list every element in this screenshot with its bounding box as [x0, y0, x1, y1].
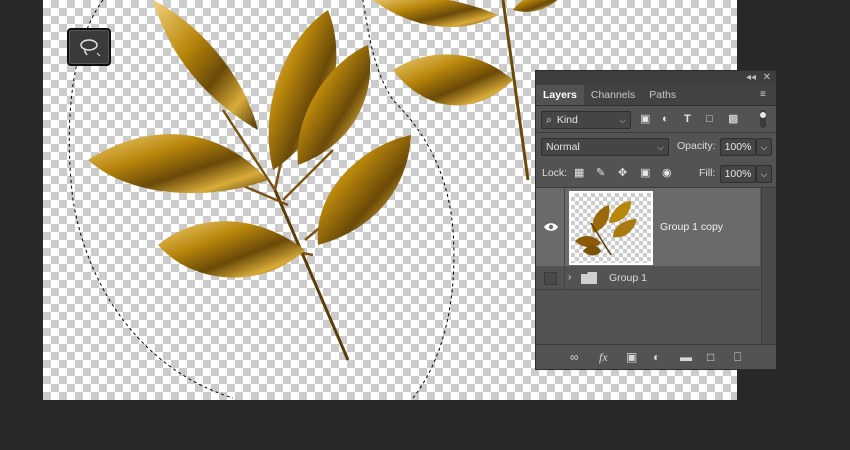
- lasso-tool-button[interactable]: [67, 28, 111, 66]
- chevron-down-icon: ⌵: [760, 169, 768, 179]
- panel-titlebar: ◂◂ ✕: [536, 71, 776, 85]
- leaf: [153, 0, 258, 130]
- chevron-down-icon: ⌵: [619, 115, 626, 125]
- thumbnail-leaf-art: [575, 201, 637, 256]
- folder-icon: [581, 272, 597, 284]
- leaf: [373, 0, 498, 27]
- smart-object-filter-icon[interactable]: ▩: [728, 112, 738, 126]
- opacity-label: Opacity:: [677, 140, 716, 152]
- blend-mode-select[interactable]: Normal ⌵: [541, 138, 669, 156]
- layers-panel: ◂◂ ✕ Layers Channels Paths ≡ ⌕ Kind ⌵ ▣ …: [535, 70, 777, 370]
- filter-kind-label: Kind: [556, 114, 578, 126]
- folder-icon[interactable]: ▬: [680, 350, 692, 364]
- lock-all-icon[interactable]: ◉: [662, 166, 672, 180]
- layer-thumbnail: [569, 191, 653, 265]
- fill-input[interactable]: 100%: [720, 165, 756, 183]
- layer-row-group-1[interactable]: › Group 1: [536, 267, 760, 290]
- fx-icon[interactable]: fx: [599, 350, 608, 364]
- adjustment-icon[interactable]: ◐: [653, 350, 660, 364]
- opacity-input[interactable]: 100%: [720, 138, 756, 156]
- opacity-dropdown[interactable]: ⌵: [756, 138, 772, 156]
- blend-mode-value: Normal: [546, 141, 580, 153]
- leaf: [513, 0, 558, 12]
- type-filter-icon[interactable]: T: [684, 112, 691, 126]
- layers-scrollbar[interactable]: [761, 188, 776, 344]
- shape-filter-icon[interactable]: □: [706, 112, 713, 126]
- layer-row-group-1-copy[interactable]: Group 1 copy: [536, 188, 760, 266]
- lock-transparent-pixels-icon[interactable]: ▦: [574, 166, 584, 180]
- lock-label: Lock:: [542, 167, 568, 179]
- new-layer-icon[interactable]: □: [707, 350, 714, 364]
- visibility-toggle[interactable]: [536, 188, 565, 266]
- filter-kind-select[interactable]: ⌕ Kind ⌵: [541, 111, 631, 129]
- link-icon[interactable]: ∞: [570, 350, 579, 364]
- chevron-right-icon[interactable]: ›: [568, 271, 571, 285]
- image-filter-icon[interactable]: ▣: [640, 112, 650, 126]
- leaf: [158, 221, 305, 278]
- visibility-toggle[interactable]: [536, 267, 565, 289]
- filter-toggle-icon[interactable]: [758, 110, 768, 128]
- lock-image-pixels-icon[interactable]: ✎: [596, 166, 605, 180]
- collapse-panel-icon[interactable]: ◂◂: [746, 71, 756, 85]
- chevron-down-icon: ⌵: [657, 142, 664, 152]
- eye-icon: [544, 223, 558, 231]
- tab-layers[interactable]: Layers: [536, 85, 584, 105]
- layer-name[interactable]: Group 1: [609, 270, 647, 286]
- layer-name[interactable]: Group 1 copy: [660, 219, 723, 235]
- leaf: [88, 134, 268, 194]
- chevron-down-icon: ⌵: [760, 142, 768, 152]
- leaf: [393, 54, 513, 106]
- tab-paths[interactable]: Paths: [642, 85, 683, 105]
- panel-tabs: Layers Channels Paths ≡: [536, 85, 776, 106]
- adjustment-filter-icon[interactable]: ◐: [662, 112, 669, 126]
- fill-dropdown[interactable]: ⌵: [756, 165, 772, 183]
- close-panel-icon[interactable]: ✕: [763, 71, 771, 85]
- mask-icon[interactable]: ▣: [626, 350, 637, 364]
- trash-icon[interactable]: ⎕: [734, 350, 741, 364]
- layers-bottom-bar: ∞ fx ▣ ◐ ▬ □ ⎕: [536, 344, 776, 369]
- panel-menu-icon[interactable]: ≡: [760, 88, 770, 102]
- fill-label: Fill:: [699, 167, 716, 179]
- lock-position-icon[interactable]: ✥: [618, 166, 627, 180]
- hidden-visibility-box: [544, 272, 557, 285]
- lasso-icon: [80, 39, 101, 57]
- tab-channels[interactable]: Channels: [584, 85, 642, 105]
- search-icon: ⌕: [546, 114, 552, 126]
- lock-artboard-icon[interactable]: ▣: [640, 166, 650, 180]
